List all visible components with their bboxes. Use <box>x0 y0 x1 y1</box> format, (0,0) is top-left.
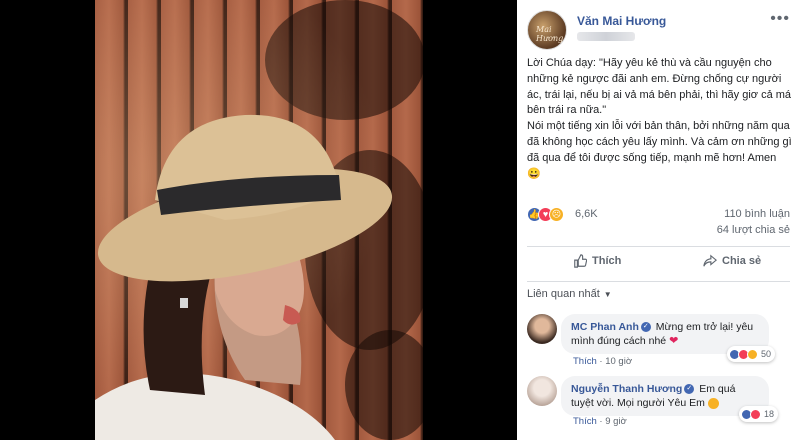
commenter-name[interactable]: MC Phan Anh <box>571 321 639 333</box>
post-body-text: Lời Chúa dạy: "Hãy yêu kẻ thù và cầu ngu… <box>527 57 792 180</box>
reactions-summary: 👍 ♥ ☹ 6,6K 110 bình luận 64 lượt chia sẻ <box>527 206 790 240</box>
reaction-icons[interactable]: 👍 ♥ ☹ <box>527 207 573 223</box>
like-button-label: Thích <box>592 255 622 267</box>
caret-down-icon: ▼ <box>603 289 612 299</box>
comment-reaction-count: 50 <box>761 349 772 359</box>
share-button[interactable]: Chia sẻ <box>703 254 761 268</box>
comment-item: Nguyễn Thanh Hương ✓ Em quá tuyệt vời. Mọ… <box>527 376 790 432</box>
commenter-avatar[interactable] <box>527 314 557 344</box>
verified-badge-icon: ✓ <box>684 384 695 395</box>
thumbs-up-icon <box>574 254 587 268</box>
sad-reaction-icon: ☹ <box>549 207 564 222</box>
avatar-logo-text: Mai Hương <box>536 25 564 43</box>
reaction-count[interactable]: 6,6K <box>575 208 598 220</box>
comment-meta: Thích · 10 giờ <box>573 356 633 367</box>
woman-in-hat-figure <box>95 114 393 440</box>
comment-like-link[interactable]: Thích <box>573 416 597 427</box>
comment-reactions[interactable]: 18 <box>739 406 779 422</box>
facebook-photo-viewer: Mai Hương Văn Mai Hương ••• Lời Chúa dạy… <box>0 0 800 440</box>
shares-count[interactable]: 64 lượt chia sẻ <box>717 224 790 236</box>
sort-label: Liên quan nhất <box>527 288 600 300</box>
divider <box>527 246 790 247</box>
author-name[interactable]: Văn Mai Hương <box>577 14 666 28</box>
post-timestamp-blurred <box>577 32 635 41</box>
divider <box>527 281 790 282</box>
post-header: Mai Hương Văn Mai Hương ••• <box>527 10 790 50</box>
more-options-icon[interactable]: ••• <box>770 10 790 28</box>
comment-like-link[interactable]: Thích <box>573 356 597 367</box>
comment-bubble: Nguyễn Thanh Hương ✓ Em quá tuyệt vời. Mọ… <box>561 376 769 416</box>
haha-reaction-icon <box>747 348 758 360</box>
comment-reaction-count: 18 <box>764 409 775 419</box>
comment-time[interactable]: 10 giờ <box>605 356 632 367</box>
verified-badge-icon: ✓ <box>640 322 651 333</box>
comment-meta: Thích · 9 giờ <box>573 416 627 427</box>
post-photo[interactable] <box>95 0 423 440</box>
comment-time[interactable]: 9 giờ <box>605 416 627 427</box>
author-avatar[interactable]: Mai Hương <box>527 10 567 50</box>
heart-emoji-icon: ❤ <box>669 335 679 347</box>
post-side-panel: Mai Hương Văn Mai Hương ••• Lời Chúa dạy… <box>517 0 800 440</box>
blowing-kiss-emoji-icon <box>707 397 719 409</box>
post-action-bar: Thích Chia sẻ <box>527 250 790 278</box>
love-reaction-icon <box>750 408 761 420</box>
like-button[interactable]: Thích <box>573 254 621 268</box>
comments-count[interactable]: 110 bình luận <box>724 208 790 220</box>
comment-item: MC Phan Anh ✓ Mừng em trở lại! yêu mình đ… <box>527 314 790 370</box>
comment-reactions[interactable]: 50 <box>727 346 776 362</box>
commenter-avatar[interactable] <box>527 376 557 406</box>
comment-sort-dropdown[interactable]: Liên quan nhất ▼ <box>527 288 612 300</box>
commenter-name[interactable]: Nguyễn Thanh Hương <box>571 383 682 395</box>
share-button-label: Chia sẻ <box>722 255 762 267</box>
share-arrow-icon <box>703 254 717 267</box>
